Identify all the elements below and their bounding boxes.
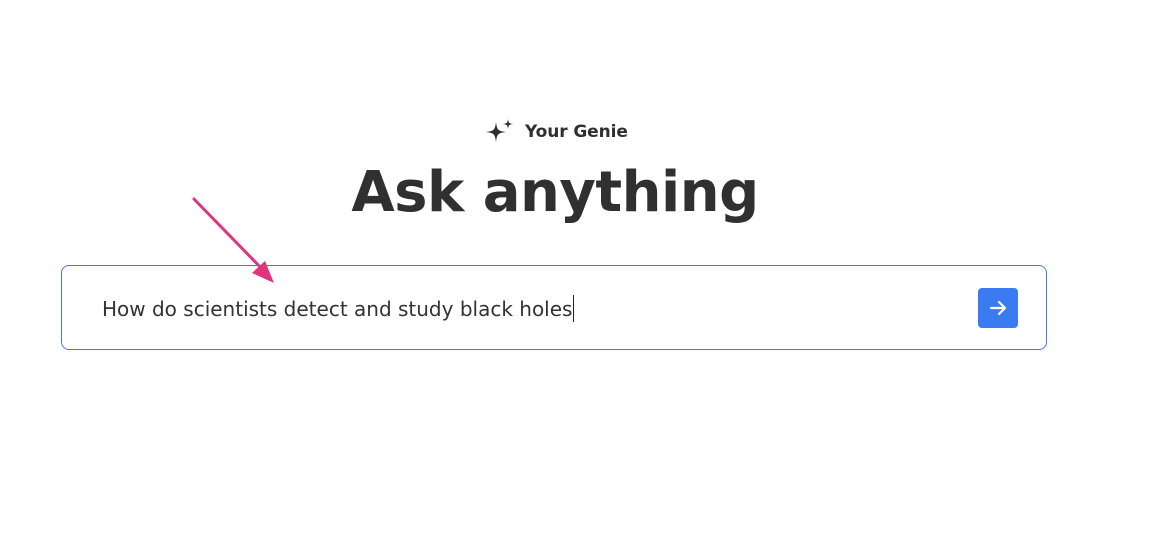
submit-button[interactable] — [978, 288, 1018, 328]
arrow-right-icon — [989, 300, 1007, 316]
sparkles-icon — [486, 119, 513, 142]
search-input-value: How do scientists detect and study black… — [102, 297, 573, 321]
page-title: Ask anything — [351, 160, 759, 225]
annotation-arrow — [192, 197, 274, 283]
brand: Your Genie — [485, 118, 628, 146]
search-input[interactable]: How do scientists detect and study black… — [102, 294, 575, 324]
text-caret — [573, 295, 575, 322]
brand-name: Your Genie — [525, 122, 628, 142]
